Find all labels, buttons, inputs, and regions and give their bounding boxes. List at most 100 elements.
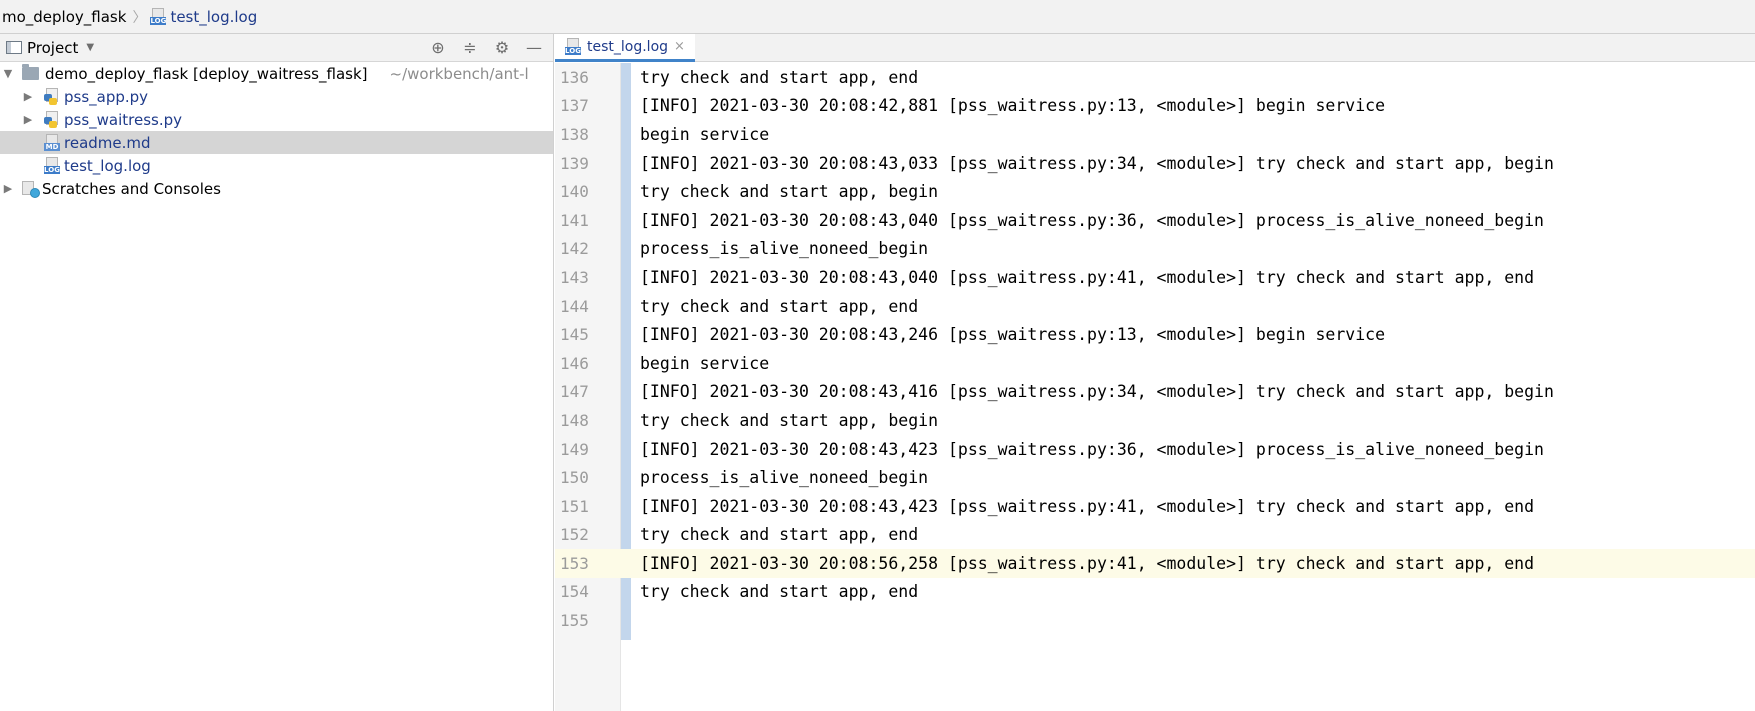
chevron-down-icon[interactable]: ▼ (86, 42, 94, 53)
collapsed-arrow-icon[interactable]: ▶ (2, 182, 14, 195)
markdown-file-icon: MD (44, 134, 60, 151)
project-view-selector[interactable]: Project (27, 39, 78, 57)
line-number: 141 (560, 210, 589, 230)
project-tree: ▼ demo_deploy_flask [deploy_waitress_fla… (0, 62, 553, 200)
editor-line[interactable]: 137 [INFO] 2021-03-30 20:08:42,881 [pss_w… (555, 92, 1755, 121)
locate-icon[interactable]: ⊕ (429, 34, 447, 62)
file-name-label: readme.md (64, 133, 151, 152)
line-number: 139 (560, 153, 589, 173)
editor-tab-bar: LOG test_log.log × (555, 34, 1755, 62)
line-text: begin service (640, 124, 770, 144)
tree-item-scratches[interactable]: ▶ Scratches and Consoles (0, 177, 553, 200)
line-text: try check and start app, begin (640, 410, 939, 430)
tree-item-file[interactable]: ▶ pss_waitress.py (0, 108, 553, 131)
editor-line[interactable]: 155 (555, 606, 1755, 635)
folder-icon (22, 64, 39, 80)
editor-line[interactable]: 138 begin service (555, 120, 1755, 149)
breadcrumb-project[interactable]: mo_deploy_flask (0, 0, 126, 33)
line-text: process_is_alive_noneed_begin (640, 468, 929, 488)
tab-test-log[interactable]: LOG test_log.log × (555, 34, 695, 62)
line-number: 147 (560, 382, 589, 402)
project-tool-window: Project ▼ ⊕ ≑ ⚙ — ▼ demo_deploy_flask [d… (0, 34, 554, 711)
editor-line[interactable]: 146 begin service (555, 349, 1755, 378)
log-file-icon: LOG (565, 38, 581, 55)
editor-line[interactable]: 143 [INFO] 2021-03-30 20:08:43,040 [pss_w… (555, 263, 1755, 292)
line-number: 149 (560, 439, 589, 459)
line-number: 153 (555, 553, 615, 573)
log-file-icon: LOG (150, 8, 167, 25)
scratches-icon (22, 180, 40, 198)
line-text: try check and start app, end (640, 296, 919, 316)
collapse-icon[interactable]: ≑ (461, 34, 479, 62)
editor-line[interactable]: 154 try check and start app, end (555, 578, 1755, 607)
editor-line[interactable]: 141 [INFO] 2021-03-30 20:08:43,040 [pss_w… (555, 206, 1755, 235)
breadcrumb-file-label: test_log.log (170, 7, 258, 26)
tab-label: test_log.log (587, 38, 669, 55)
editor-line[interactable]: 145 [INFO] 2021-03-30 20:08:43,246 [pss_w… (555, 320, 1755, 349)
tree-item-file[interactable]: ▶ pss_app.py (0, 85, 553, 108)
expanded-arrow-icon[interactable]: ▼ (2, 67, 14, 80)
project-panel-header: Project ▼ ⊕ ≑ ⚙ — (0, 34, 553, 62)
tree-item-file[interactable]: LOG test_log.log (0, 154, 553, 177)
breadcrumb-separator-icon: 〉 (132, 9, 147, 26)
line-number: 138 (560, 124, 589, 144)
collapsed-arrow-icon[interactable]: ▶ (22, 113, 34, 126)
line-text: [INFO] 2021-03-30 20:08:43,246 [pss_wait… (640, 325, 1386, 345)
code-editor[interactable]: 136 try check and start app, end 137 [INFO]… (555, 63, 1755, 711)
line-number: 137 (560, 96, 589, 116)
minimize-icon[interactable]: — (525, 34, 543, 62)
line-number: 146 (560, 353, 589, 373)
file-name-label: pss_app.py (64, 87, 149, 106)
tree-item-project-root[interactable]: ▼ demo_deploy_flask [deploy_waitress_fla… (0, 62, 553, 85)
editor-line[interactable]: 147 [INFO] 2021-03-30 20:08:43,416 [pss_w… (555, 378, 1755, 407)
editor-line[interactable]: 144 try check and start app, end (555, 292, 1755, 321)
line-number: 143 (560, 267, 589, 287)
line-number: 152 (560, 525, 589, 545)
editor-line[interactable]: 149 [INFO] 2021-03-30 20:08:43,423 [pss_w… (555, 435, 1755, 464)
line-text: [INFO] 2021-03-30 20:08:43,033 [pss_wait… (640, 153, 1554, 173)
close-icon[interactable]: × (674, 39, 685, 54)
line-text: [INFO] 2021-03-30 20:08:43,416 [pss_wait… (640, 382, 1554, 402)
breadcrumb-file[interactable]: LOG test_log.log (150, 0, 257, 33)
line-text: [INFO] 2021-03-30 20:08:43,040 [pss_wait… (640, 210, 1544, 230)
tree-item-file-selected[interactable]: MD readme.md (0, 131, 553, 154)
editor-line[interactable]: 151 [INFO] 2021-03-30 20:08:43,423 [pss_w… (555, 492, 1755, 521)
line-text: [INFO] 2021-03-30 20:08:56,258 [pss_wait… (640, 553, 1535, 573)
line-text: try check and start app, end (640, 582, 919, 602)
line-text: process_is_alive_noneed_begin (640, 239, 929, 259)
line-number: 142 (560, 239, 589, 259)
line-number: 144 (560, 296, 589, 316)
line-number: 150 (560, 468, 589, 488)
line-text: try check and start app, end (640, 525, 919, 545)
project-panel-toolbar: ⊕ ≑ ⚙ — (429, 34, 543, 62)
line-number: 136 (560, 67, 589, 87)
editor-line[interactable]: 142 process_is_alive_noneed_begin (555, 235, 1755, 264)
editor-line[interactable]: 153 [INFO] 2021-03-30 20:08:56,258 [pss_w… (555, 549, 1755, 578)
project-root-name: demo_deploy_flask [deploy_waitress_flask… (45, 64, 368, 83)
editor-line[interactable]: 139 [INFO] 2021-03-30 20:08:43,033 [pss_w… (555, 149, 1755, 178)
file-name-label: test_log.log (64, 156, 151, 175)
editor-line[interactable]: 136 try check and start app, end (555, 63, 1755, 92)
line-number: 148 (560, 410, 589, 430)
editor-line[interactable]: 148 try check and start app, begin (555, 406, 1755, 435)
editor-line[interactable]: 152 try check and start app, end (555, 521, 1755, 550)
editor-line[interactable]: 150 process_is_alive_noneed_begin (555, 463, 1755, 492)
line-number: 145 (560, 325, 589, 345)
editor-line[interactable]: 140 try check and start app, begin (555, 177, 1755, 206)
scratches-label: Scratches and Consoles (42, 179, 221, 198)
editor-area: LOG test_log.log × 136 try check and star… (555, 34, 1755, 711)
collapsed-arrow-icon[interactable]: ▶ (22, 90, 34, 103)
python-file-icon (44, 111, 60, 128)
file-name-label: pss_waitress.py (64, 110, 183, 129)
line-text: begin service (640, 353, 770, 373)
line-number: 140 (560, 182, 589, 202)
project-view-icon (6, 41, 22, 54)
line-text: [INFO] 2021-03-30 20:08:43,423 [pss_wait… (640, 439, 1544, 459)
gear-icon[interactable]: ⚙ (493, 34, 511, 62)
line-text: try check and start app, begin (640, 182, 939, 202)
python-file-icon (44, 88, 60, 105)
log-file-icon: LOG (44, 157, 60, 174)
line-text: [INFO] 2021-03-30 20:08:43,423 [pss_wait… (640, 496, 1535, 516)
project-root-path: ~/workbench/ant-l (389, 64, 529, 83)
line-text: [INFO] 2021-03-30 20:08:42,881 [pss_wait… (640, 96, 1386, 116)
